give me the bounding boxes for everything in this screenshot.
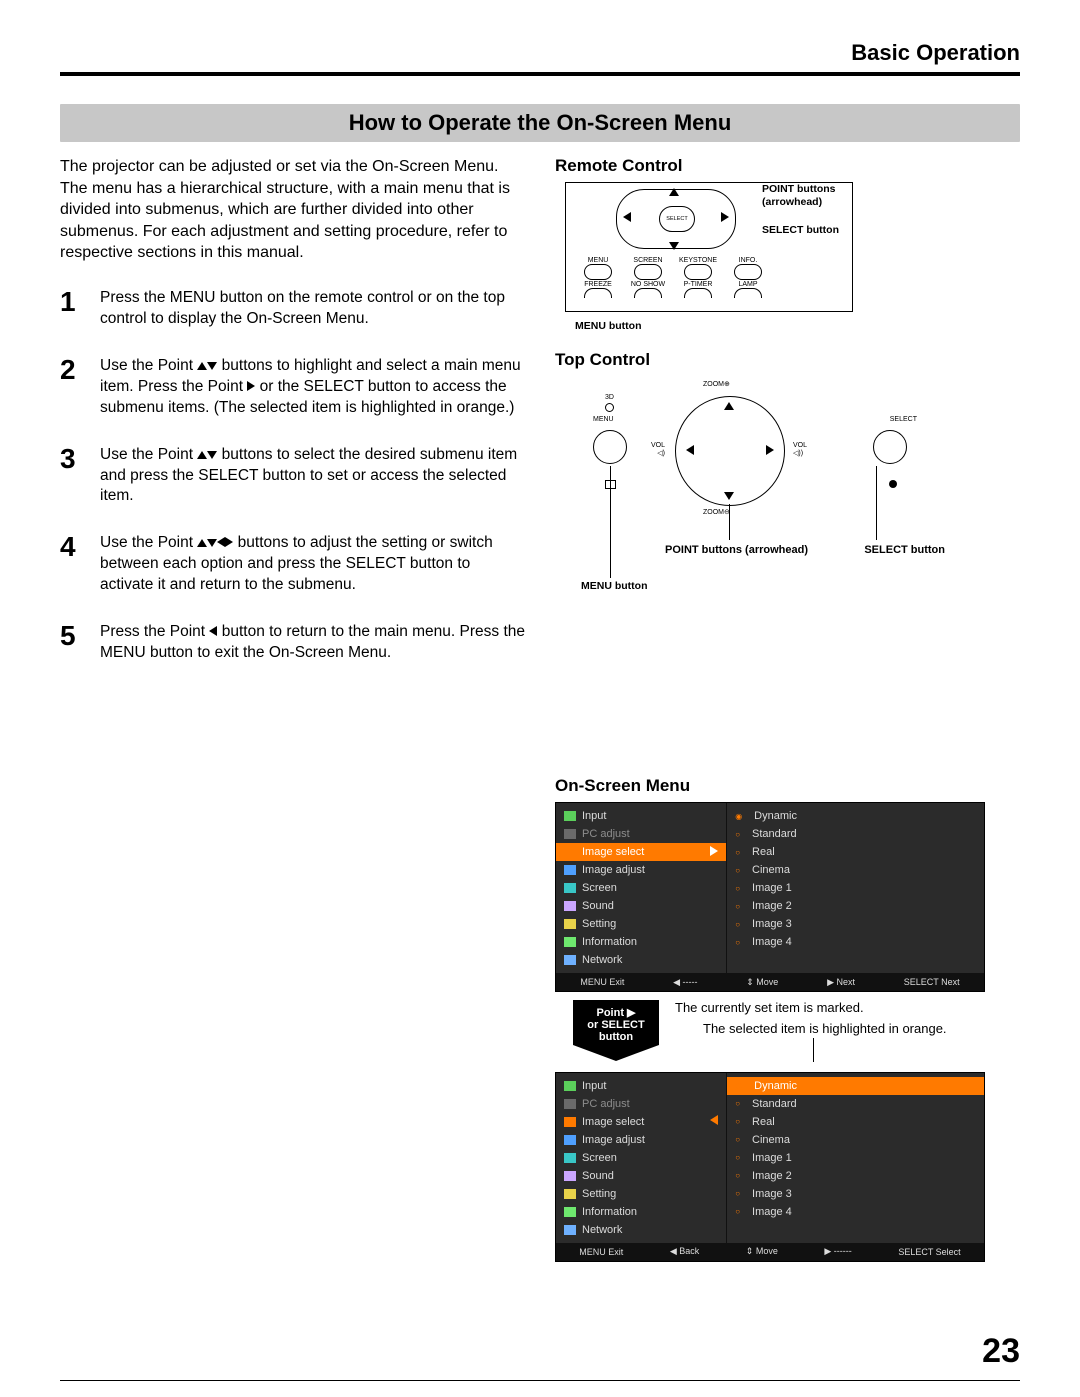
point-right-icon xyxy=(721,212,729,222)
note-selected: The selected item is highlighted in oran… xyxy=(703,1021,947,1038)
header-rule xyxy=(60,72,1020,76)
step-number: 1 xyxy=(60,288,86,330)
step-text: Press the Point button to return to the … xyxy=(100,622,525,664)
header-section-title: Basic Operation xyxy=(60,40,1020,66)
point-down-icon xyxy=(724,492,734,500)
osm-screenshot-1: InputPC adjustImage selectImage adjustSc… xyxy=(555,802,985,992)
point-left-icon xyxy=(686,445,694,455)
remote-control-diagram: SELECT MENU SCREEN KEYSTONE INFO. FREEZE… xyxy=(565,182,853,312)
step-text: Use the Point buttons to adjust the sett… xyxy=(100,533,525,596)
osm-heading: On-Screen Menu xyxy=(555,776,1020,796)
note-marked: The currently set item is marked. xyxy=(675,1000,947,1017)
top-control-heading: Top Control xyxy=(555,350,1020,370)
section-title: How to Operate the On-Screen Menu xyxy=(60,104,1020,142)
select-button: SELECT xyxy=(659,206,695,232)
point-left-icon xyxy=(623,212,631,222)
top-menu-button xyxy=(593,430,627,464)
step-number: 4 xyxy=(60,533,86,596)
remote-control-heading: Remote Control xyxy=(555,156,1020,176)
figures-column: Remote Control SELECT MENU SCREEN KEYSTO… xyxy=(555,156,1020,1262)
step-2: 2 Use the Point buttons to highlight and… xyxy=(60,356,525,419)
step-text: Use the Point buttons to select the desi… xyxy=(100,445,525,508)
step-1: 1 Press the MENU button on the remote co… xyxy=(60,288,525,330)
step-text: Press the MENU button on the remote cont… xyxy=(100,288,525,330)
instructions-column: The projector can be adjusted or set via… xyxy=(60,156,525,1262)
top-select-callout: SELECT button xyxy=(864,544,945,556)
top-point-callout: POINT buttons (arrowhead) xyxy=(665,544,808,556)
remote-select-callout: SELECT button xyxy=(762,224,852,237)
point-right-icon xyxy=(766,445,774,455)
remote-point-callout: POINT buttons (arrowhead) xyxy=(762,183,852,208)
step-text: Use the Point buttons to highlight and s… xyxy=(100,356,525,419)
footer-rule xyxy=(60,1380,1020,1381)
osm-screenshot-2: InputPC adjustImage selectImage adjustSc… xyxy=(555,1072,985,1262)
point-down-icon xyxy=(669,242,679,250)
intro-paragraph: The projector can be adjusted or set via… xyxy=(60,156,525,264)
remote-menu-callout: MENU button xyxy=(575,320,1020,332)
step-3: 3 Use the Point buttons to select the de… xyxy=(60,445,525,508)
step-5: 5 Press the Point button to return to th… xyxy=(60,622,525,664)
page-number: 23 xyxy=(982,1332,1020,1371)
point-or-select-arrow: Point ▶ or SELECT button xyxy=(573,1000,659,1045)
step-4: 4 Use the Point buttons to adjust the se… xyxy=(60,533,525,596)
point-up-icon xyxy=(724,402,734,410)
top-select-button xyxy=(873,430,907,464)
point-up-icon xyxy=(669,188,679,196)
step-number: 3 xyxy=(60,445,86,508)
top-control-diagram: 3D ZOOM⊕ MENU SELECT VOL◁) VOL◁)) ZOOM⊖ xyxy=(565,376,945,526)
step-number: 2 xyxy=(60,356,86,419)
step-number: 5 xyxy=(60,622,86,664)
top-menu-callout: MENU button xyxy=(581,580,647,592)
